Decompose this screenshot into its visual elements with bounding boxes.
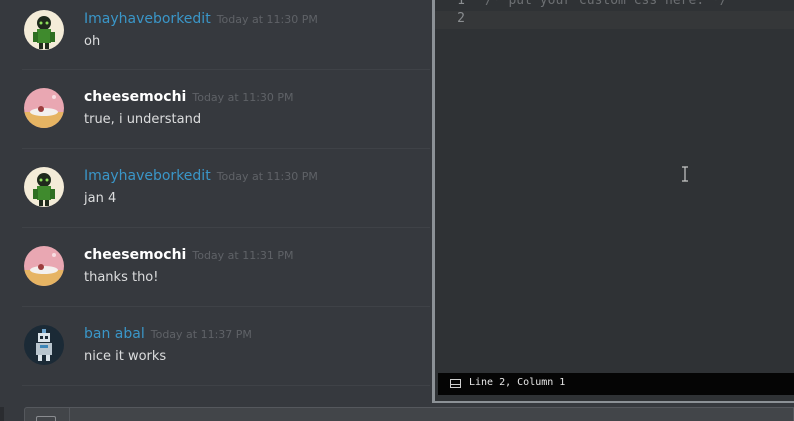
message-divider (22, 385, 430, 386)
message-text: thanks tho! (84, 270, 159, 285)
message-text: true, i understand (84, 112, 202, 127)
window-edge (0, 407, 4, 421)
message-input-bar (0, 405, 794, 421)
message-group: cheesemochi Today at 11:31 PM thanks tho! (0, 228, 430, 307)
username[interactable]: Imayhaveborkedit (84, 11, 211, 27)
message-group: ban abal Today at 11:37 PM nice it works (0, 307, 430, 386)
green-character-avatar-icon (24, 167, 64, 207)
avatar[interactable] (24, 10, 64, 50)
timestamp: Today at 11:31 PM (192, 249, 294, 262)
editor-status-bar: Line 2, Column 1 (438, 373, 794, 395)
custom-css-editor[interactable]: 1 /* put your custom css here. */ 2 Line… (432, 0, 794, 403)
message-group: Imayhaveborkedit Today at 11:30 PM oh (0, 0, 430, 70)
green-character-avatar-icon (24, 10, 64, 50)
message-group: cheesemochi Today at 11:30 PM true, i und… (0, 70, 430, 149)
editor-line[interactable]: 1 /* put your custom css here. */ (435, 0, 794, 11)
avatar[interactable] (24, 246, 64, 286)
message-text: oh (84, 34, 101, 49)
message-text: jan 4 (84, 191, 117, 206)
line-number: 2 (457, 11, 465, 26)
line-code[interactable]: /* put your custom css here. */ (485, 0, 728, 8)
avatar[interactable] (24, 88, 64, 128)
cursor-position: Line 2, Column 1 (469, 377, 566, 388)
username[interactable]: cheesemochi (84, 89, 186, 105)
message-header: cheesemochi Today at 11:30 PM (84, 89, 294, 105)
panel-icon[interactable] (450, 379, 461, 388)
avatar[interactable] (24, 167, 64, 207)
timestamp: Today at 11:30 PM (192, 91, 294, 104)
username[interactable]: Imayhaveborkedit (84, 168, 211, 184)
upload-button[interactable] (24, 407, 70, 421)
editor-line-active[interactable]: 2 (435, 11, 794, 29)
message-group: Imayhaveborkedit Today at 11:30 PM jan 4 (0, 149, 430, 228)
username[interactable]: ban abal (84, 326, 145, 342)
plus-icon (36, 416, 56, 421)
username[interactable]: cheesemochi (84, 247, 186, 263)
timestamp: Today at 11:30 PM (216, 13, 318, 26)
message-header: Imayhaveborkedit Today at 11:30 PM (84, 11, 318, 27)
app-window: Imayhaveborkedit Today at 11:30 PM oh che… (0, 0, 794, 421)
message-text: nice it works (84, 349, 167, 364)
message-header: cheesemochi Today at 11:31 PM (84, 247, 294, 263)
avatar[interactable] (24, 325, 64, 365)
pink-sky-avatar-icon (24, 246, 64, 286)
timestamp: Today at 11:37 PM (150, 328, 252, 341)
message-header: ban abal Today at 11:37 PM (84, 326, 252, 342)
timestamp: Today at 11:30 PM (216, 170, 318, 183)
line-number: 1 (457, 0, 465, 8)
message-header: Imayhaveborkedit Today at 11:30 PM (84, 168, 318, 184)
chat-messages[interactable]: Imayhaveborkedit Today at 11:30 PM oh che… (0, 0, 430, 405)
pink-sky-avatar-icon (24, 88, 64, 128)
pixel-robot-avatar-icon (24, 325, 64, 365)
text-cursor-icon (682, 166, 688, 182)
message-input[interactable] (24, 407, 794, 421)
